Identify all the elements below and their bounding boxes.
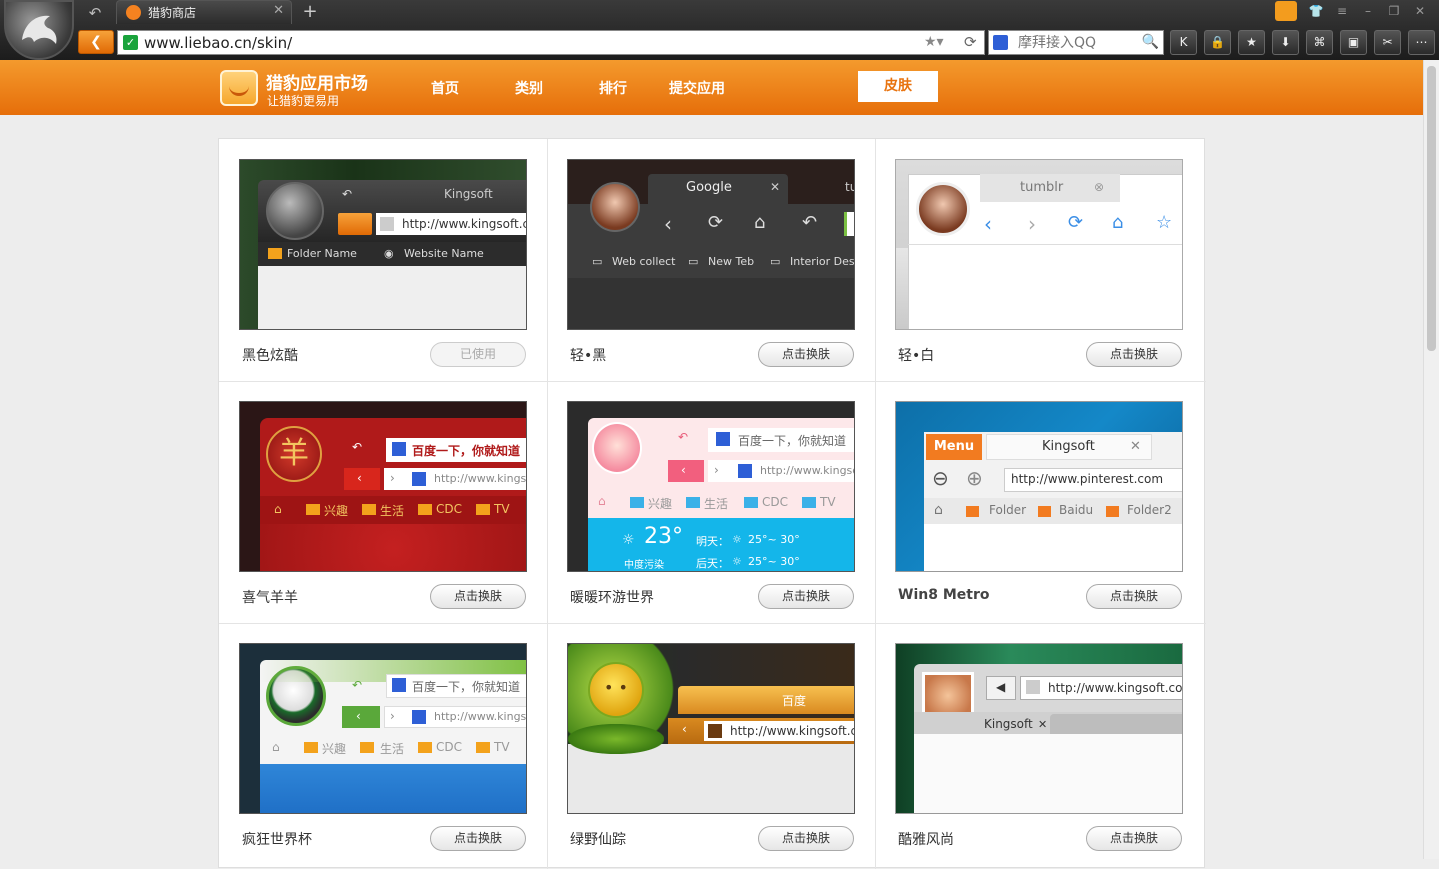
nav-home[interactable]: 首页 xyxy=(431,78,459,98)
apply-skin-button[interactable]: 点击换肤 xyxy=(758,584,854,609)
apply-skin-button[interactable]: 点击换肤 xyxy=(1086,826,1182,851)
address-bar[interactable]: ✓ ★▾ ⟳ xyxy=(117,30,985,55)
kingsoft-k-icon[interactable]: K xyxy=(1170,30,1197,55)
nav-category[interactable]: 类别 xyxy=(515,78,543,98)
lock-icon[interactable]: 🔒 xyxy=(1204,30,1231,55)
apply-skin-button[interactable]: 点击换肤 xyxy=(1086,584,1182,609)
skin-name: Win8 Metro xyxy=(898,587,990,603)
page-scrollbar[interactable] xyxy=(1423,60,1439,859)
apply-skin-button[interactable]: 点击换肤 xyxy=(758,342,854,367)
apply-skin-button[interactable]: 点击换肤 xyxy=(430,584,526,609)
skin-preview-cool-elegance[interactable]: ◀ http://www.kingsoft.com Kingsoft ✕ xyxy=(895,643,1183,814)
nav-skin-button[interactable]: 皮肤 xyxy=(858,71,938,102)
skin-grid: ↶ Kingsoft http://www.kingsoft.cc Folder… xyxy=(218,138,1206,869)
favorites-star-icon[interactable]: ★ xyxy=(1238,30,1265,55)
new-tab-button[interactable]: + xyxy=(298,1,322,23)
skin-name: 喜气羊羊 xyxy=(242,590,298,606)
skin-name: 暖暖环游世界 xyxy=(570,590,654,606)
minimize-icon[interactable]: – xyxy=(1355,0,1381,22)
bookmark-star-icon[interactable]: ★▾ xyxy=(924,34,944,50)
skin-name: 轻•白 xyxy=(898,348,935,364)
skin-preview-light-white[interactable]: tumblr ⊗ ‹ › ⟳ ⌂ ☆ xyxy=(895,159,1183,330)
skin-preview-travel-world[interactable]: ↶ 百度一下，你就知道 ‹ › http://www.kingsc ⌂ 兴趣 生… xyxy=(567,401,855,572)
skin-card: tumblr ⊗ ‹ › ⟳ ⌂ ☆ 轻•白 点击换肤 xyxy=(875,139,1203,381)
apply-skin-button[interactable]: 点击换肤 xyxy=(1086,342,1182,367)
scrollbar-thumb[interactable] xyxy=(1427,66,1436,351)
search-input[interactable] xyxy=(1018,34,1138,52)
tab-active[interactable]: 猎豹商店 ✕ xyxy=(116,0,292,24)
skin-name: 绿野仙踪 xyxy=(570,832,626,848)
skin-name: 轻•黑 xyxy=(570,348,607,364)
apply-skin-button[interactable]: 点击换肤 xyxy=(430,826,526,851)
search-icon[interactable]: 🔍 xyxy=(1142,34,1159,50)
skin-preview-happy-sheep[interactable]: 羊 ↶ 百度一下，你就知道 ‹ › http://www.kings ⌂ 兴趣 … xyxy=(239,401,527,572)
apply-skin-button[interactable]: 点击换肤 xyxy=(758,826,854,851)
scissors-icon[interactable]: ✂ xyxy=(1374,30,1401,55)
skin-card: Menu Kingsoft ✕ ⊖ ⊕ http://www.pinterest… xyxy=(875,381,1203,623)
window-controls: 👕 ≡ – ❐ ✕ xyxy=(1275,0,1433,22)
app-market-logo-icon[interactable] xyxy=(220,70,258,106)
site-header: 猎豹应用市场 让猎豹更易用 首页 类别 排行 提交应用 皮肤 xyxy=(0,60,1423,115)
browser-toolbar: K 🔒 ★ ⬇ ⌘ ▣ ✂ ⋯ xyxy=(1170,30,1435,55)
skin-card: • • 百度 ‹ http://www.kingsoft.cc 绿野仙踪 点击换… xyxy=(547,623,875,865)
search-engine-icon[interactable] xyxy=(993,35,1008,50)
skin-shirt-icon[interactable]: 👕 xyxy=(1303,0,1329,22)
skin-card: 羊 ↶ 百度一下，你就知道 ‹ › http://www.kings ⌂ 兴趣 … xyxy=(219,381,547,623)
notification-badge-icon[interactable] xyxy=(1275,1,1297,21)
skin-card: ↶ 百度一下，你就知道 ‹ › http://www.kings ⌂ 兴趣 生活… xyxy=(219,623,547,865)
menu-lines-icon[interactable]: ≡ xyxy=(1329,0,1355,22)
skin-name: 黑色炫酷 xyxy=(242,348,298,364)
address-input[interactable] xyxy=(144,33,904,53)
navigation-bar: ❮ ✓ ★▾ ⟳ 🔍 K 🔒 ★ ⬇ ⌘ ▣ ✂ ⋯ xyxy=(0,28,1439,60)
secure-check-icon: ✓ xyxy=(123,35,138,50)
skin-preview-light-black[interactable]: Google ✕ tu ‹ ⟳ ⌂ ↶ ▭ Web collect ▭ New … xyxy=(567,159,855,330)
skin-card: Google ✕ tu ‹ ⟳ ⌂ ↶ ▭ Web collect ▭ New … xyxy=(547,139,875,381)
nav-ranking[interactable]: 排行 xyxy=(599,78,627,98)
tab-favicon-icon xyxy=(126,5,141,20)
nav-submit-app[interactable]: 提交应用 xyxy=(669,78,725,98)
skin-card: ◀ http://www.kingsoft.com Kingsoft ✕ 酷雅风… xyxy=(875,623,1203,865)
search-box[interactable]: 🔍 xyxy=(988,30,1164,55)
close-window-icon[interactable]: ✕ xyxy=(1407,0,1433,22)
restore-icon[interactable]: ❐ xyxy=(1381,0,1407,22)
skin-preview-green-forest[interactable]: • • 百度 ‹ http://www.kingsoft.cc xyxy=(567,643,855,814)
tv-icon[interactable]: ▣ xyxy=(1340,30,1367,55)
browser-chrome: ↶ 猎豹商店 ✕ + 👕 ≡ – ❐ ✕ ❮ ✓ ★▾ ⟳ 🔍 K 🔒 ★ ⬇ xyxy=(0,0,1439,60)
reload-icon[interactable]: ⟳ xyxy=(964,33,977,51)
skin-card: ↶ Kingsoft http://www.kingsoft.cc Folder… xyxy=(219,139,547,381)
more-icon[interactable]: ⋯ xyxy=(1408,30,1435,55)
gamepad-icon[interactable]: ⌘ xyxy=(1306,30,1333,55)
skin-name: 酷雅风尚 xyxy=(898,832,954,848)
back-button[interactable]: ❮ xyxy=(78,30,114,54)
skin-used-button[interactable]: 已使用 xyxy=(430,342,526,367)
tab-title: 猎豹商店 xyxy=(148,6,197,20)
skin-preview-world-cup[interactable]: ↶ 百度一下，你就知道 ‹ › http://www.kings ⌂ 兴趣 生活… xyxy=(239,643,527,814)
site-title[interactable]: 猎豹应用市场 xyxy=(266,69,368,94)
download-icon[interactable]: ⬇ xyxy=(1272,30,1299,55)
site-slogan: 让猎豹更易用 xyxy=(267,94,340,108)
skin-name: 疯狂世界杯 xyxy=(242,832,312,848)
undo-close-tab-icon[interactable]: ↶ xyxy=(80,2,110,24)
skin-preview-win8-metro[interactable]: Menu Kingsoft ✕ ⊖ ⊕ http://www.pinterest… xyxy=(895,401,1183,572)
skin-preview-black-cool[interactable]: ↶ Kingsoft http://www.kingsoft.cc Folder… xyxy=(239,159,527,330)
tab-close-icon[interactable]: ✕ xyxy=(273,3,284,18)
skin-card: ↶ 百度一下，你就知道 ‹ › http://www.kingsc ⌂ 兴趣 生… xyxy=(547,381,875,623)
